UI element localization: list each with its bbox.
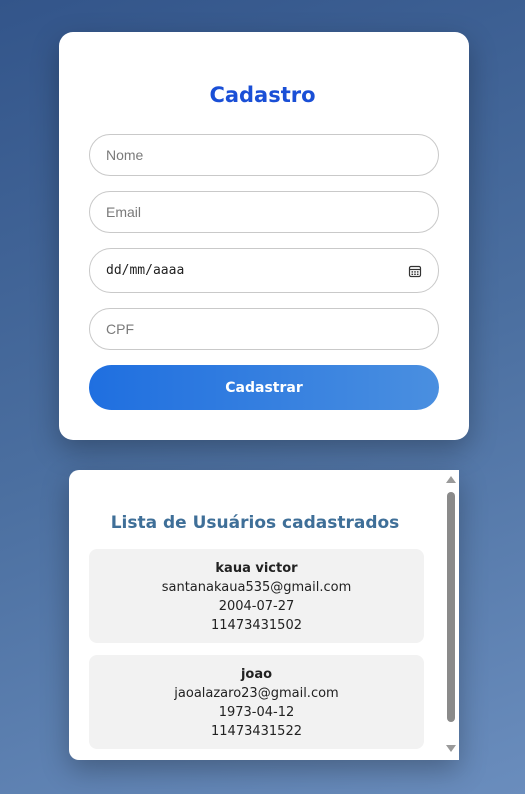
birthdate-input[interactable]: dd/mm/aaaa — [89, 248, 439, 293]
list-scrollbar[interactable] — [443, 470, 459, 760]
user-list-item: joao jaoalazaro23@gmail.com 1973-04-12 1… — [89, 655, 424, 749]
scroll-down-arrow-icon[interactable] — [446, 745, 456, 752]
user-name: kaua victor — [215, 561, 298, 576]
calendar-icon[interactable] — [408, 264, 422, 278]
user-birthdate: 1973-04-12 — [218, 705, 295, 720]
date-placeholder: dd/mm/aaaa — [106, 263, 185, 278]
register-button[interactable]: Cadastrar — [89, 365, 439, 410]
scrollbar-thumb[interactable] — [447, 492, 455, 722]
name-input[interactable] — [89, 134, 439, 176]
scroll-up-arrow-icon[interactable] — [446, 476, 456, 483]
user-email: santanakaua535@gmail.com — [161, 580, 352, 595]
form-title: Cadastro — [209, 83, 316, 107]
user-list-title: Lista de Usuários cadastrados — [110, 513, 400, 533]
user-email: jaoalazaro23@gmail.com — [174, 686, 339, 701]
user-list-panel[interactable]: Lista de Usuários cadastrados kaua victo… — [69, 470, 459, 760]
user-list-item: kaua victor santanakaua535@gmail.com 200… — [89, 549, 424, 643]
user-phone: 11473431502 — [211, 618, 302, 633]
user-phone: 11473431522 — [211, 724, 302, 739]
email-input[interactable] — [89, 191, 439, 233]
cpf-input[interactable] — [89, 308, 439, 350]
user-name: joao — [240, 667, 273, 682]
user-birthdate: 2004-07-27 — [218, 599, 295, 614]
